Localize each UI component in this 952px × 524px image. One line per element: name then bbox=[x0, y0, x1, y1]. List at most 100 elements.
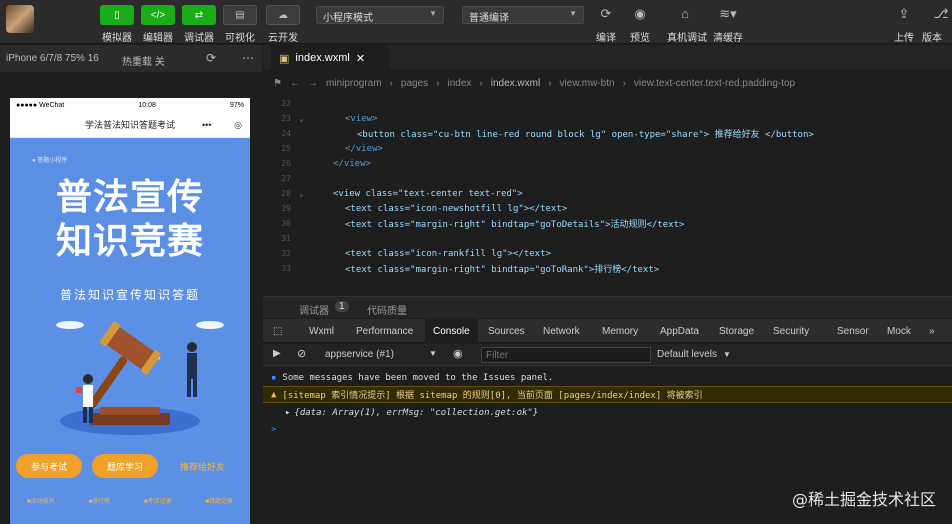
chevron-down-icon[interactable]: ▼ bbox=[723, 350, 731, 359]
bottom-links: ■活动规则 ■排行榜 ■考试记录 ■错题记录 bbox=[10, 496, 250, 505]
close-icon[interactable]: ✕ bbox=[356, 52, 365, 65]
code-line: 22 bbox=[281, 99, 291, 108]
tab-console[interactable]: Console bbox=[425, 319, 478, 343]
console-prompt[interactable]: > bbox=[263, 421, 952, 438]
tab-index-wxml[interactable]: ▣ index.wxml ✕ bbox=[271, 45, 389, 71]
share-link[interactable]: 推荐给好友 bbox=[180, 460, 225, 473]
small-tag: ● 答题小程序 bbox=[32, 158, 68, 164]
editor-toggle-button[interactable]: </> bbox=[141, 5, 175, 25]
tab-sources[interactable]: Sources bbox=[488, 319, 525, 343]
nav-title: 学法普法知识答题考试 bbox=[84, 120, 175, 130]
code-editor[interactable]: 22 23 ⌄ <view> 24 <button class="cu-btn lin… bbox=[263, 94, 952, 294]
tab-mock[interactable]: Mock bbox=[887, 319, 911, 343]
more-icon[interactable]: ⋯ bbox=[242, 51, 254, 65]
watermark: @稀土掘金技术社区 bbox=[791, 490, 936, 509]
sidebar-toggle-icon[interactable]: ▶ bbox=[273, 348, 281, 359]
practice-button[interactable]: 题库学习 bbox=[92, 454, 158, 478]
tab-appdata[interactable]: AppData bbox=[660, 319, 699, 343]
back-icon[interactable]: ← bbox=[290, 78, 300, 89]
tab-network[interactable]: Network bbox=[543, 319, 580, 343]
console-toolbar: ▶ ⊘ appservice (#1) ▼ ◉ Default levels ▼ bbox=[263, 344, 952, 366]
chevron-down-icon: ▼ bbox=[569, 9, 577, 18]
tab-wxml[interactable]: Wxml bbox=[309, 319, 334, 343]
eye-icon[interactable]: ◉ bbox=[453, 347, 463, 360]
tab-memory[interactable]: Memory bbox=[602, 319, 638, 343]
bottom-link-records[interactable]: ■考试记录 bbox=[144, 496, 172, 505]
eye-icon[interactable]: ◉ bbox=[625, 6, 655, 22]
breadcrumb-item[interactable]: miniprogram bbox=[326, 78, 382, 89]
capsule-button[interactable]: ••• ◎ bbox=[202, 118, 242, 132]
warning-icon: ▲ bbox=[271, 389, 277, 400]
code-line: 29 <text class="icon-newshotfill lg"></te… bbox=[281, 203, 568, 214]
tab-debugger[interactable]: 调试器 bbox=[299, 302, 329, 317]
devtools-tab-bar: ⬚ Wxml Performance Console Sources Netwo… bbox=[263, 319, 952, 343]
refresh-icon[interactable]: ⟳ bbox=[591, 6, 621, 22]
hot-reload-select[interactable]: 热重载 关 bbox=[122, 53, 165, 68]
simulator-header: iPhone 6/7/8 75% 16 热重载 关 ⟳ ⋯ bbox=[0, 45, 262, 73]
exam-button[interactable]: 参与考试 bbox=[16, 454, 82, 478]
visual-label: 可视化 bbox=[225, 33, 255, 44]
remote-debug-icon[interactable]: ⌂ bbox=[670, 6, 700, 21]
filter-input[interactable] bbox=[481, 347, 651, 363]
breadcrumb-item[interactable]: index.wxml bbox=[491, 78, 540, 89]
clear-cache-label: 清缓存 bbox=[713, 33, 743, 44]
breadcrumb-item[interactable]: pages bbox=[401, 78, 428, 89]
menu-dots-icon[interactable]: ••• bbox=[202, 120, 211, 130]
code-line: 27 bbox=[281, 174, 291, 183]
compile-mode-select[interactable]: 普通编译 ▼ bbox=[462, 6, 584, 24]
tab-performance[interactable]: Performance bbox=[356, 319, 413, 343]
visual-button[interactable]: ▤ bbox=[223, 5, 257, 25]
info-icon: ▪ bbox=[271, 372, 277, 383]
debug-icon: ⇄ bbox=[194, 9, 204, 21]
breadcrumb-item[interactable]: view.mw-btn bbox=[560, 78, 615, 89]
refresh-icon[interactable]: ⟳ bbox=[206, 51, 216, 65]
debugger-label: 调试器 bbox=[184, 33, 214, 44]
bottom-panel-tabs: 调试器 1 代码质量 bbox=[263, 296, 952, 318]
title-line-1: 普法宣传 bbox=[55, 176, 204, 218]
more-tabs-icon[interactable]: » bbox=[929, 319, 935, 343]
close-circle-icon[interactable]: ◎ bbox=[234, 120, 242, 131]
editor-tab-bar: ▣ index.wxml ✕ bbox=[263, 45, 952, 71]
file-icon: ▣ bbox=[279, 52, 290, 65]
code-line: 25 </view> bbox=[281, 143, 383, 154]
cloud-button[interactable]: ☁ bbox=[266, 5, 300, 25]
inspect-icon[interactable]: ⬚ bbox=[273, 319, 282, 343]
breadcrumb-item[interactable]: index bbox=[447, 78, 471, 89]
bottom-link-rank[interactable]: ■排行榜 bbox=[88, 496, 110, 505]
tab-storage[interactable]: Storage bbox=[719, 319, 754, 343]
page-body: ● 答题小程序 普法宣传 知识竞赛 普法知识宣传知识答题 参与考试 题库学习 推… bbox=[10, 138, 250, 524]
forward-icon[interactable]: → bbox=[308, 78, 318, 89]
code-line: 33 <text class="margin-right" bindtap="go… bbox=[281, 264, 660, 275]
console-info-line: ▪ Some messages have been moved to the Is… bbox=[271, 372, 554, 383]
tab-code-quality[interactable]: 代码质量 bbox=[367, 302, 407, 317]
chevron-down-icon: ▼ bbox=[429, 9, 437, 18]
console-object-line[interactable]: ▸ {data: Array(1), errMsg: "collection.ge… bbox=[263, 404, 952, 421]
debugger-toggle-button[interactable]: ⇄ bbox=[182, 5, 216, 25]
chevron-down-icon[interactable]: ▼ bbox=[429, 349, 437, 358]
tab-label: index.wxml bbox=[295, 52, 350, 64]
device-select[interactable]: iPhone 6/7/8 75% 16 bbox=[6, 53, 99, 64]
tab-security[interactable]: Security bbox=[773, 319, 809, 343]
breadcrumb-item[interactable]: view.text-center.text-red.padding-top bbox=[634, 78, 795, 89]
battery: 97% bbox=[229, 101, 244, 109]
bottom-link-rules[interactable]: ■活动规则 bbox=[27, 496, 55, 505]
expand-icon[interactable]: ▸ bbox=[285, 408, 290, 418]
mode-select[interactable]: 小程序模式 ▼ bbox=[316, 6, 444, 24]
nav-bar: 学法普法知识答题考试 ••• ◎ bbox=[10, 112, 250, 138]
status-bar: ●●●●● WeChat 10:08 97% bbox=[10, 98, 250, 112]
preview-label: 预览 bbox=[630, 33, 650, 44]
bottom-link-wrong[interactable]: ■错题记录 bbox=[205, 496, 233, 505]
context-select[interactable]: appservice (#1) bbox=[325, 349, 394, 360]
code-line: 30 <text class="margin-right" bindtap="go… bbox=[281, 219, 685, 230]
upload-icon[interactable]: ⇪ bbox=[889, 6, 919, 22]
carrier: ●●●●● WeChat bbox=[16, 101, 65, 109]
log-levels-select[interactable]: Default levels bbox=[657, 349, 717, 360]
version-icon[interactable]: ⎇ bbox=[926, 6, 952, 22]
code-icon: </> bbox=[150, 9, 166, 21]
layers-icon[interactable]: ≋▾ bbox=[713, 6, 743, 22]
editor-label: 编辑器 bbox=[143, 33, 173, 44]
simulator-toggle-button[interactable]: ▯ bbox=[100, 5, 134, 25]
clear-console-icon[interactable]: ⊘ bbox=[297, 347, 306, 360]
bookmark-icon[interactable]: ⚑ bbox=[273, 78, 282, 89]
tab-sensor[interactable]: Sensor bbox=[837, 319, 869, 343]
